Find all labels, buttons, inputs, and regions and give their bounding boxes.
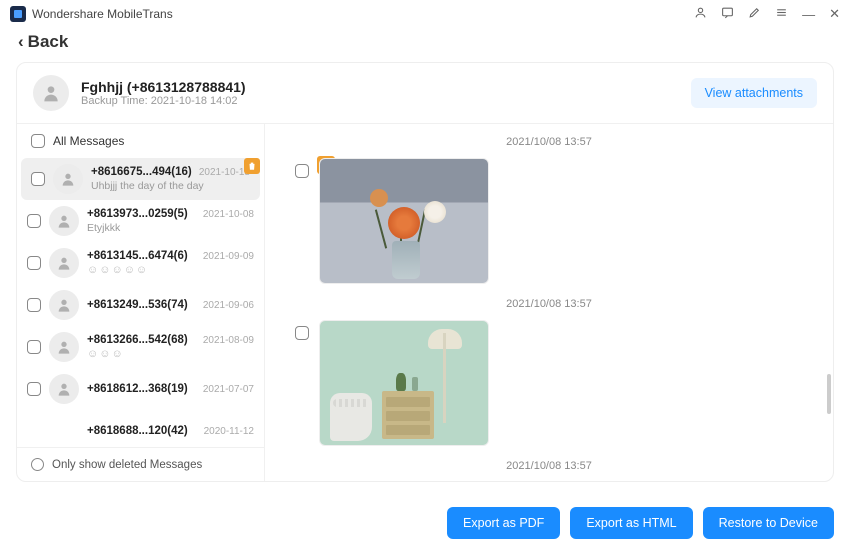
- avatar-icon: [49, 290, 79, 320]
- conversation-name: +8616675...494(16): [91, 166, 192, 178]
- app-logo: [10, 6, 26, 22]
- message-checkbox[interactable]: [295, 164, 309, 178]
- export-pdf-button[interactable]: Export as PDF: [447, 507, 560, 539]
- conversation-name: +8618688...120(42): [87, 425, 188, 437]
- conversation-name: +8618612...368(19): [87, 383, 188, 395]
- conversation-item[interactable]: +8613266...542(68) 2021-08-09 ☺☺☺: [17, 326, 264, 368]
- conversation-date: 2021-08-09: [203, 335, 254, 346]
- conversation-preview: ☺☺☺: [87, 348, 254, 360]
- conversation-date: 2021-07-07: [203, 384, 254, 395]
- back-button[interactable]: ‹ Back: [18, 32, 68, 52]
- attachment-image[interactable]: [319, 158, 489, 284]
- message-timestamp: 2021/10/08 13:57: [295, 298, 803, 310]
- conversation-date: 2021-10-08: [203, 209, 254, 220]
- conversation-item[interactable]: +8613973...0259(5) 2021-10-08 Etyjkkk: [17, 200, 264, 242]
- app-title: Wondershare MobileTrans: [32, 7, 694, 21]
- conversation-date: 2021-09-09: [203, 251, 254, 262]
- minimize-icon[interactable]: —: [802, 7, 815, 22]
- attachment-image[interactable]: [319, 320, 489, 446]
- back-label: Back: [28, 32, 69, 52]
- view-attachments-button[interactable]: View attachments: [691, 78, 817, 108]
- avatar-icon: [49, 374, 79, 404]
- conversation-checkbox[interactable]: [27, 298, 41, 312]
- message-checkbox[interactable]: [295, 326, 309, 340]
- conversation-name: +8613973...0259(5): [87, 208, 188, 220]
- avatar-icon: [49, 206, 79, 236]
- scrollbar[interactable]: [827, 374, 831, 414]
- conversation-date: 2020-11-12: [204, 426, 254, 437]
- avatar-icon: [49, 248, 79, 278]
- footer-actions: Export as PDF Export as HTML Restore to …: [447, 507, 834, 539]
- avatar-icon: [53, 164, 83, 194]
- conversation-item[interactable]: +8613249...536(74) 2021-09-06: [17, 284, 264, 326]
- all-messages-checkbox[interactable]: [31, 134, 45, 148]
- conversation-checkbox[interactable]: [27, 382, 41, 396]
- conversation-item[interactable]: +8618612...368(19) 2021-07-07: [17, 368, 264, 410]
- main-panel: Fghhjj (+8613128788841) Backup Time: 202…: [16, 62, 834, 482]
- deleted-badge-icon: [244, 158, 260, 174]
- only-deleted-radio[interactable]: [31, 458, 44, 471]
- contact-header: Fghhjj (+8613128788841) Backup Time: 202…: [17, 63, 833, 124]
- conversation-checkbox[interactable]: [27, 340, 41, 354]
- avatar-icon: [49, 332, 79, 362]
- conversation-name: +8613249...536(74): [87, 299, 188, 311]
- close-icon[interactable]: ✕: [829, 6, 840, 22]
- backup-time: Backup Time: 2021-10-18 14:02: [81, 95, 246, 107]
- menu-icon[interactable]: [775, 6, 788, 22]
- contact-avatar: [33, 75, 69, 111]
- contact-name: Fghhjj (+8613128788841): [81, 79, 246, 95]
- conversation-checkbox[interactable]: [31, 172, 45, 186]
- restore-device-button[interactable]: Restore to Device: [703, 507, 834, 539]
- export-html-button[interactable]: Export as HTML: [570, 507, 692, 539]
- titlebar: Wondershare MobileTrans — ✕: [0, 0, 850, 28]
- conversation-item[interactable]: +8616675...494(16) 2021-10-18 Uhbjjj the…: [21, 158, 260, 200]
- all-messages-label: All Messages: [53, 134, 124, 148]
- conversation-checkbox[interactable]: [27, 256, 41, 270]
- conversation-name: +8613145...6474(6): [87, 250, 188, 262]
- conversation-item[interactable]: +8613145...6474(6) 2021-09-09 ☺☺☺☺☺: [17, 242, 264, 284]
- account-icon[interactable]: [694, 6, 707, 22]
- conversation-preview: Etyjkkk: [87, 222, 254, 234]
- conversation-name: +8613266...542(68): [87, 334, 188, 346]
- message-timestamp: 2021/10/08 13:57: [295, 460, 803, 472]
- conversation-item[interactable]: +8618688...120(42) 2020-11-12: [17, 410, 264, 447]
- chevron-left-icon: ‹: [18, 32, 24, 52]
- message-pane[interactable]: 2021/10/08 13:57: [265, 124, 833, 481]
- conversation-checkbox[interactable]: [27, 214, 41, 228]
- conversation-preview: Uhbjjj the day of the day: [91, 180, 250, 192]
- conversation-preview: ☺☺☺☺☺: [87, 264, 254, 276]
- conversation-sidebar: All Messages +8616675...494(16) 2021-10-…: [17, 124, 265, 481]
- conversation-list[interactable]: +8616675...494(16) 2021-10-18 Uhbjjj the…: [17, 158, 264, 447]
- conversation-date: 2021-10-18: [199, 167, 250, 178]
- edit-icon[interactable]: [748, 6, 761, 22]
- only-deleted-label: Only show deleted Messages: [52, 459, 202, 471]
- feedback-icon[interactable]: [721, 6, 734, 22]
- message-timestamp: 2021/10/08 13:57: [295, 136, 803, 148]
- conversation-date: 2021-09-06: [203, 300, 254, 311]
